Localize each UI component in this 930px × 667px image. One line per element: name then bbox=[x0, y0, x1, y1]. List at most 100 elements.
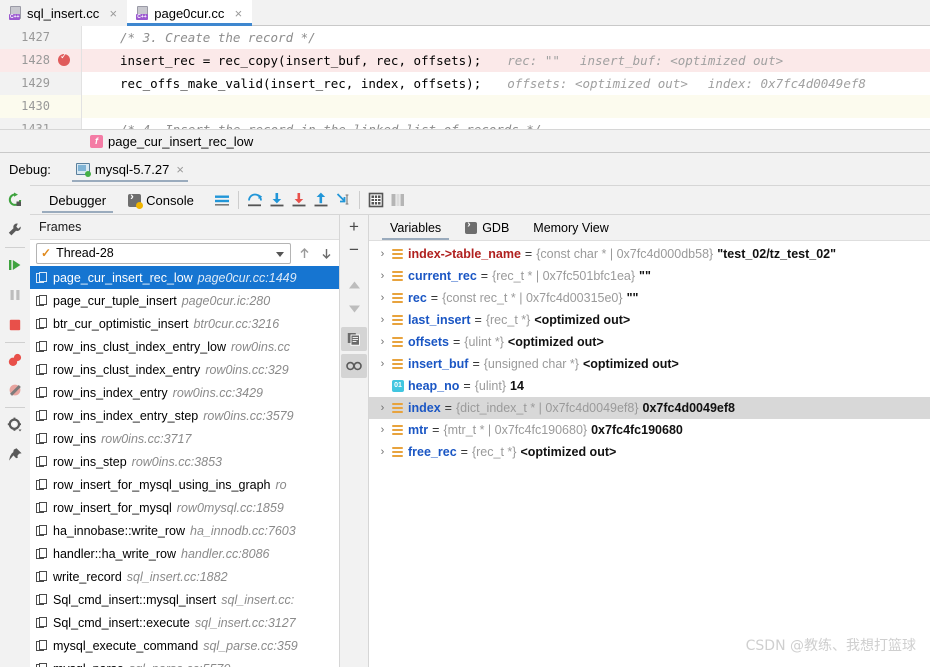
chevron-down-icon[interactable] bbox=[276, 251, 284, 257]
frame-row[interactable]: row_insert_for_mysql row0mysql.cc:1859 bbox=[30, 496, 339, 519]
frame-row[interactable]: btr_cur_optimistic_insert btr0cur.cc:321… bbox=[30, 312, 339, 335]
frame-row[interactable]: ha_innobase::write_row ha_innodb.cc:7603 bbox=[30, 519, 339, 542]
variable-row[interactable]: › last_insert = {rec_t *} <optimized out… bbox=[369, 309, 930, 331]
frames-down-button[interactable] bbox=[317, 243, 335, 263]
force-step-into-icon[interactable] bbox=[288, 189, 310, 211]
breakpoint-icon[interactable] bbox=[58, 51, 70, 66]
close-icon[interactable]: × bbox=[176, 162, 184, 177]
frame-function: page_cur_tuple_insert bbox=[53, 293, 177, 308]
frame-row[interactable]: Sql_cmd_insert::mysql_insert sql_insert.… bbox=[30, 588, 339, 611]
frame-row[interactable]: mysql_parse sql_parse.cc:5570 bbox=[30, 657, 339, 667]
frame-row[interactable]: row_ins_index_entry_step row0ins.cc:3579 bbox=[30, 404, 339, 427]
chevron-right-icon[interactable]: › bbox=[377, 292, 388, 304]
frame-location: handler.cc:8086 bbox=[181, 546, 270, 561]
copy-value-button[interactable] bbox=[341, 327, 367, 351]
thread-dropdown[interactable]: ✓ Thread-28 bbox=[36, 242, 291, 264]
inline-value-hint: index: 0x7fc4d0049ef8 bbox=[707, 76, 866, 91]
frame-row[interactable]: row_ins_clust_index_entry_low row0ins.cc bbox=[30, 335, 339, 358]
variable-row[interactable]: › free_rec = {rec_t *} <optimized out> bbox=[369, 441, 930, 463]
tab-memory-view[interactable]: Memory View bbox=[521, 215, 620, 241]
scroll-down-button[interactable] bbox=[341, 297, 367, 321]
breadcrumb-function-name: page_cur_insert_rec_low bbox=[108, 133, 254, 149]
variables-tab-bar: Variables GDB Memory View bbox=[369, 215, 930, 241]
frame-row[interactable]: row_insert_for_mysql_using_ins_graph ro bbox=[30, 473, 339, 496]
breadcrumb[interactable]: f page_cur_insert_rec_low bbox=[0, 129, 930, 153]
variable-row[interactable]: › insert_buf = {unsigned char *} <optimi… bbox=[369, 353, 930, 375]
rerun-icon[interactable] bbox=[0, 185, 30, 215]
evaluate-expression-icon[interactable] bbox=[365, 189, 387, 211]
chevron-right-icon[interactable]: › bbox=[377, 336, 388, 348]
close-icon[interactable]: × bbox=[232, 7, 244, 20]
inline-value-hint: rec: "" bbox=[507, 53, 560, 68]
frame-location: btr0cur.cc:3216 bbox=[193, 316, 280, 331]
remove-watch-button[interactable]: − bbox=[341, 238, 367, 261]
variable-row[interactable]: › rec = {const rec_t * | 0x7fc4d00315e0}… bbox=[369, 287, 930, 309]
chevron-right-icon[interactable]: › bbox=[377, 270, 388, 282]
frame-row[interactable]: row_ins_index_entry row0ins.cc:3429 bbox=[30, 381, 339, 404]
variable-row[interactable]: › index->table_name = {const char * | 0x… bbox=[369, 243, 930, 265]
tab-variables[interactable]: Variables bbox=[378, 215, 453, 241]
frame-function: mysql_execute_command bbox=[53, 638, 199, 653]
mute-breakpoints-icon[interactable] bbox=[0, 375, 30, 405]
frame-row[interactable]: write_record sql_insert.cc:1882 bbox=[30, 565, 339, 588]
pin-icon[interactable] bbox=[0, 440, 30, 470]
variable-row[interactable]: › offsets = {ulint *} <optimized out> bbox=[369, 331, 930, 353]
step-over-icon[interactable] bbox=[244, 189, 266, 211]
editor-gutter[interactable]: 1427 1428 1429 1430 1431 bbox=[0, 26, 82, 129]
frame-row[interactable]: row_ins_clust_index_entry row0ins.cc:329 bbox=[30, 358, 339, 381]
chevron-right-icon[interactable]: › bbox=[377, 424, 388, 436]
tab-gdb[interactable]: GDB bbox=[453, 215, 521, 241]
list-icon bbox=[392, 424, 404, 436]
show-execution-point-icon[interactable] bbox=[211, 189, 233, 211]
tab-console[interactable]: Console bbox=[117, 186, 205, 215]
settings-wrench-icon[interactable] bbox=[0, 215, 30, 245]
pause-program-icon[interactable] bbox=[0, 280, 30, 310]
variable-row[interactable]: › mtr = {mtr_t * | 0x7fc4fc190680} 0x7fc… bbox=[369, 419, 930, 441]
variable-row[interactable]: › current_rec = {rec_t * | 0x7fc501bfc1e… bbox=[369, 265, 930, 287]
step-out-icon[interactable] bbox=[310, 189, 332, 211]
chevron-right-icon[interactable]: › bbox=[377, 446, 388, 458]
resume-program-icon[interactable] bbox=[0, 250, 30, 280]
close-icon[interactable]: × bbox=[107, 7, 119, 20]
frames-list[interactable]: page_cur_insert_rec_low page0cur.cc:1449… bbox=[30, 266, 339, 667]
editor-tab-page0cur[interactable]: C++ page0cur.cc × bbox=[127, 0, 253, 26]
variables-list[interactable]: › index->table_name = {const char * | 0x… bbox=[369, 241, 930, 667]
scroll-up-button[interactable] bbox=[341, 273, 367, 297]
frames-up-button[interactable] bbox=[295, 243, 313, 263]
equals-sign: = bbox=[472, 357, 480, 371]
code-text-area[interactable]: /* 3. Create the record */ insert_rec = … bbox=[82, 26, 930, 129]
variable-type: {rec_t * | 0x7fc501bfc1ea} bbox=[492, 269, 636, 283]
chevron-right-icon[interactable]: › bbox=[377, 402, 388, 414]
frame-row[interactable]: page_cur_insert_rec_low page0cur.cc:1449 bbox=[30, 266, 339, 289]
code-editor[interactable]: 1427 1428 1429 1430 1431 /* 3. Create th… bbox=[0, 26, 930, 129]
frame-row[interactable]: row_ins row0ins.cc:3717 bbox=[30, 427, 339, 450]
inspect-button[interactable] bbox=[341, 354, 367, 378]
chevron-right-icon[interactable]: › bbox=[377, 358, 388, 370]
variables-panel: Variables GDB Memory View › index->table… bbox=[369, 215, 930, 667]
frame-row[interactable]: row_ins_step row0ins.cc:3853 bbox=[30, 450, 339, 473]
variable-value: "test_02/tz_test_02" bbox=[717, 247, 837, 261]
debug-split-view: Frames ✓ Thread-28 page_cur_insert_rec_l… bbox=[30, 215, 930, 667]
chevron-right-icon[interactable]: › bbox=[377, 314, 388, 326]
tab-debugger[interactable]: Debugger bbox=[38, 186, 117, 215]
add-watch-button[interactable]: + bbox=[341, 215, 367, 238]
frame-row[interactable]: page_cur_tuple_insert page0cur.ic:280 bbox=[30, 289, 339, 312]
frame-row[interactable]: mysql_execute_command sql_parse.cc:359 bbox=[30, 634, 339, 657]
variable-row[interactable]: 01 heap_no = {ulint} 14 bbox=[369, 375, 930, 397]
number-icon: 01 bbox=[392, 380, 404, 392]
debug-session-tab[interactable]: mysql-5.7.27 × bbox=[71, 153, 188, 185]
stack-frame-icon bbox=[36, 340, 48, 353]
console-icon bbox=[128, 191, 144, 209]
run-to-cursor-icon[interactable] bbox=[332, 189, 354, 211]
variables-side-toolbar: + − bbox=[340, 215, 369, 667]
frame-row[interactable]: Sql_cmd_insert::execute sql_insert.cc:31… bbox=[30, 611, 339, 634]
frame-row[interactable]: handler::ha_write_row handler.cc:8086 bbox=[30, 542, 339, 565]
stop-icon[interactable] bbox=[0, 310, 30, 340]
variable-row[interactable]: › index = {dict_index_t * | 0x7fc4d0049e… bbox=[369, 397, 930, 419]
layout-settings-icon[interactable] bbox=[387, 189, 409, 211]
view-breakpoints-icon[interactable] bbox=[0, 345, 30, 375]
chevron-right-icon[interactable]: › bbox=[377, 248, 388, 260]
settings-gear-icon[interactable] bbox=[0, 410, 30, 440]
step-into-icon[interactable] bbox=[266, 189, 288, 211]
editor-tab-sql-insert[interactable]: C++ sql_insert.cc × bbox=[0, 0, 128, 26]
